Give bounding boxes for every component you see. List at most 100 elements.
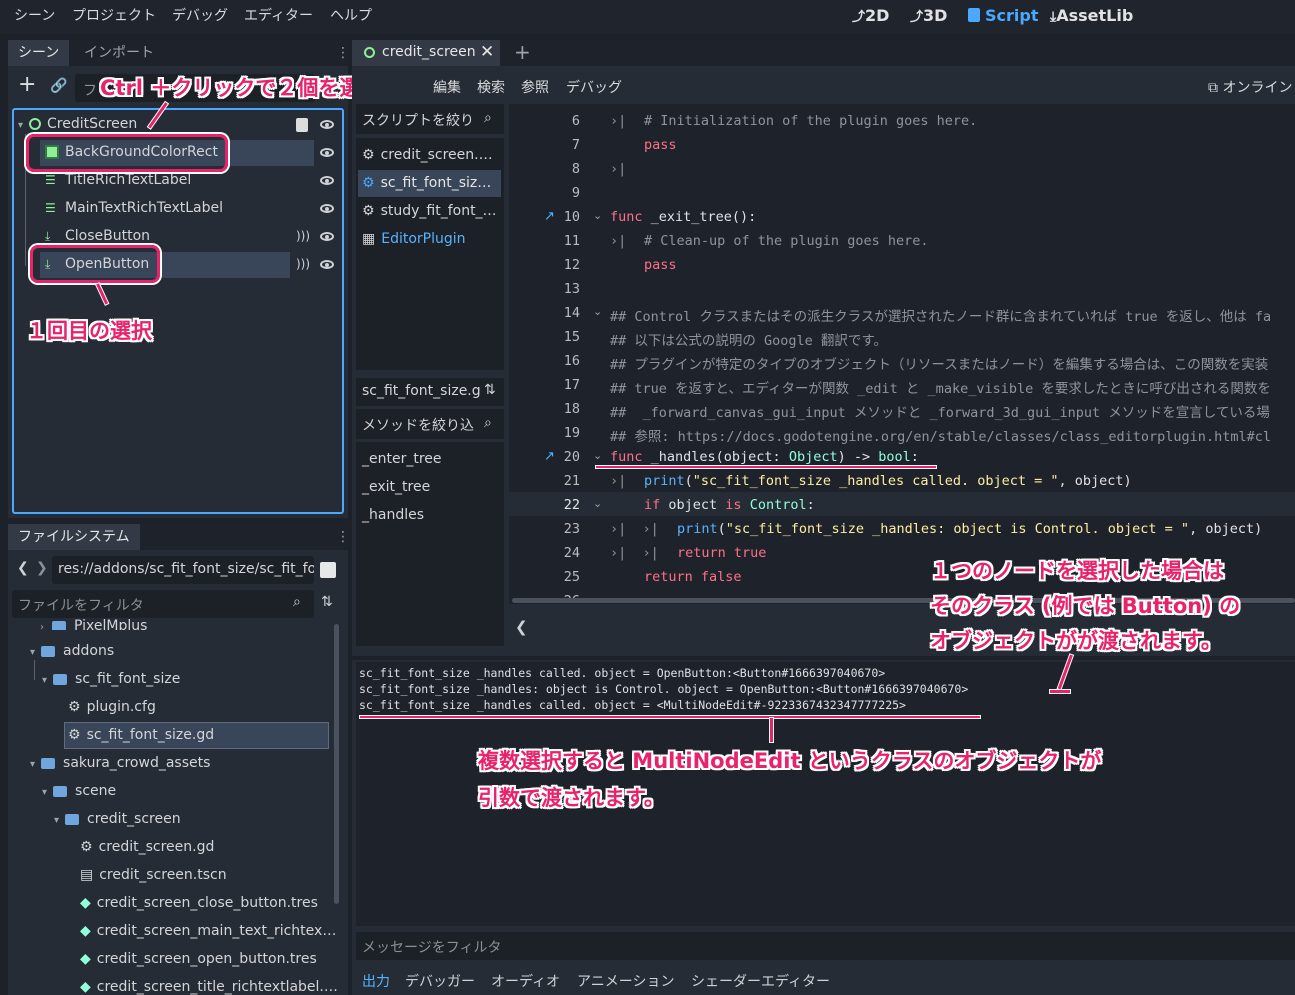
filesystem-path-input[interactable]: res://addons/sc_fit_font_size/sc_fit_fo <box>52 556 314 584</box>
fs-item-credit-screen-tscn[interactable]: ▤ credit_screen.tscn <box>80 867 227 883</box>
visibility-eye-icon[interactable] <box>320 232 334 241</box>
visibility-eye-icon[interactable] <box>320 148 334 157</box>
back-icon[interactable]: ❮ <box>17 560 29 576</box>
visibility-eye-icon[interactable] <box>320 204 334 213</box>
fs-item-plugin-cfg[interactable]: ⚙ plugin.cfg <box>68 699 156 715</box>
message-filter-input[interactable]: メッセージをフィルタ <box>356 932 1295 960</box>
collapse-panel-icon[interactable]: ❮ <box>515 618 528 636</box>
script-item-editorplugin[interactable]: ▦ EditorPlugin <box>362 231 466 247</box>
online-docs-link[interactable]: ⧉ オンライン <box>1208 77 1292 97</box>
line-number: 12 <box>563 257 580 273</box>
bottom-tab-animation[interactable]: アニメーション <box>577 971 674 991</box>
script-item-credit-screen[interactable]: ⚙ credit_screen.… <box>362 147 493 163</box>
visibility-eye-icon[interactable] <box>320 260 334 269</box>
chevron-down-icon: ▾ <box>54 815 60 826</box>
richtext-icon: ☰ <box>45 201 56 215</box>
dock-menu-icon[interactable]: ⋮ <box>336 529 350 545</box>
tree-node-creditscreen[interactable]: ▾ CreditScreen <box>18 116 137 132</box>
fs-item-pixelmplus[interactable]: › PixelMplus <box>40 618 147 630</box>
code-line-25: return false <box>644 569 742 585</box>
tree-node-maintextrichtextlabel[interactable]: ☰ MainTextRichTextLabel <box>45 200 223 216</box>
fs-item-addons[interactable]: ▾ addons <box>30 643 114 659</box>
line-number: 25 <box>563 569 580 585</box>
fold-chevron-icon[interactable]: ⌄ <box>593 449 602 462</box>
fs-item-main-text-tres[interactable]: ◆ credit_screen_main_text_richtex… <box>80 923 336 939</box>
main-2d-button[interactable]: ⤴2D <box>852 6 889 25</box>
tab-scene[interactable]: シーン <box>8 40 70 66</box>
highlight-box-openbutton <box>30 245 160 283</box>
method-item-enter-tree[interactable]: _enter_tree <box>362 451 442 467</box>
fs-item-sc-fit-font-size-gd[interactable]: ⚙ sc_fit_font_size.gd <box>68 727 214 743</box>
fs-item-credit-screen-folder[interactable]: ▾ credit_screen <box>54 811 181 827</box>
script-attached-icon[interactable] <box>296 118 308 132</box>
bottom-tab-audio[interactable]: オーディオ <box>491 971 560 991</box>
output-line: sc_fit_font_size _handles called. object… <box>359 666 886 680</box>
fs-item-open-button-tres[interactable]: ◆ credit_screen_open_button.tres <box>80 951 317 967</box>
method-item-handles[interactable]: _handles <box>362 507 424 523</box>
resource-icon: ◆ <box>80 979 91 995</box>
method-filter-input[interactable]: メソッドを絞り込 ⌕ <box>356 409 504 439</box>
script-item-sc-fit-font-size[interactable]: ⚙ sc_fit_font_siz… <box>362 175 491 191</box>
forward-icon[interactable]: ❯ <box>36 560 48 576</box>
script-menu-edit[interactable]: 編集 <box>433 77 461 97</box>
visibility-eye-icon[interactable] <box>320 176 334 185</box>
menu-debug[interactable]: デバッグ <box>172 5 228 25</box>
file-filter-input[interactable]: ファイルをフィルタ <box>12 590 314 618</box>
main-script-button[interactable]: Script <box>968 6 1038 25</box>
line-number: 17 <box>563 377 580 393</box>
line-number: 15 <box>563 329 580 345</box>
add-node-icon[interactable]: + <box>18 74 36 96</box>
fs-item-credit-screen-gd[interactable]: ⚙ credit_screen.gd <box>80 839 214 855</box>
search-icon: ⌕ <box>484 110 492 126</box>
menu-project[interactable]: プロジェクト <box>72 5 156 25</box>
menu-scene[interactable]: シーン <box>14 5 55 25</box>
method-item-exit-tree[interactable]: _exit_tree <box>362 479 430 495</box>
annotation-first-select: １回目の選択 <box>26 319 152 343</box>
tree-node-closebutton[interactable]: ⤓ CloseButton <box>45 228 150 244</box>
main-3d-button[interactable]: ⤴3D <box>910 6 947 25</box>
tab-filesystem[interactable]: ファイルシステム <box>8 524 140 550</box>
menu-help[interactable]: ヘルプ <box>330 5 372 25</box>
script-menu-goto[interactable]: 参照 <box>521 77 549 97</box>
script-menu-search[interactable]: 検索 <box>477 77 505 97</box>
annotation-pointer <box>770 718 773 742</box>
bottom-tab-output[interactable]: 出力 <box>362 971 390 991</box>
fs-item-scene[interactable]: ▾ scene <box>42 783 116 799</box>
editor-tabbar: credit_screen ✕ + <box>352 40 1295 66</box>
code-line-10: func _exit_tree(): <box>610 209 757 225</box>
fs-item-close-button-tres[interactable]: ◆ credit_screen_close_button.tres <box>80 895 318 911</box>
fs-item-title-tres[interactable]: ◆ credit_screen_title_richtextlabel.… <box>80 979 338 995</box>
richtext-icon: ☰ <box>45 173 56 187</box>
gear-icon: ⚙ <box>68 727 81 743</box>
code-line-17: ## true を返すと、エディターが関数 _edit と _make_visi… <box>610 381 1271 397</box>
add-tab-icon[interactable]: + <box>514 40 531 64</box>
tree-node-titlerichtextlabel[interactable]: ☰ TitleRichTextLabel <box>45 172 191 188</box>
fold-chevron-icon[interactable]: ⌄ <box>593 497 602 510</box>
split-mode-icon[interactable] <box>320 562 336 578</box>
script-menu-debug[interactable]: デバッグ <box>566 77 622 97</box>
menu-editor[interactable]: エディター <box>244 5 313 25</box>
link-icon[interactable]: 🔗 <box>50 78 67 94</box>
signal-icon[interactable]: ))) <box>296 257 310 271</box>
visibility-eye-icon[interactable] <box>320 120 334 129</box>
main-assetlib-button[interactable]: ⤓AssetLib <box>1050 6 1133 25</box>
fold-chevron-icon[interactable]: ⌄ <box>593 209 602 222</box>
dock-menu-icon[interactable]: ⋮ <box>336 45 350 61</box>
fold-chevron-icon[interactable]: ⌄ <box>593 305 602 318</box>
signal-icon[interactable]: ))) <box>296 229 310 243</box>
close-icon[interactable]: ✕ <box>480 42 494 62</box>
tab-credit-screen[interactable]: credit_screen ✕ <box>352 40 500 66</box>
bottom-tab-debugger[interactable]: デバッガー <box>405 971 475 991</box>
3d-icon: ⤴ <box>910 10 924 25</box>
override-icon: ↗ <box>544 209 555 224</box>
script-filter-input[interactable]: スクリプトを絞り ⌕ <box>356 104 504 134</box>
sort-icon[interactable]: ⇅ <box>484 382 496 398</box>
fs-item-sakura-crowd-assets[interactable]: ▾ sakura_crowd_assets <box>30 755 210 771</box>
filesystem-scrollbar[interactable] <box>334 624 339 904</box>
fs-item-sc-fit-font-size[interactable]: ▾ sc_fit_font_size <box>42 671 180 687</box>
sort-icon[interactable]: ⇅ <box>321 594 333 610</box>
tab-import[interactable]: インポート <box>74 40 164 66</box>
bottom-tab-shader-editor[interactable]: シェーダーエディター <box>691 971 830 991</box>
script-item-study-fit-font[interactable]: ⚙ study_fit_font_… <box>362 203 497 219</box>
indent-marker: ›| <box>610 113 627 129</box>
